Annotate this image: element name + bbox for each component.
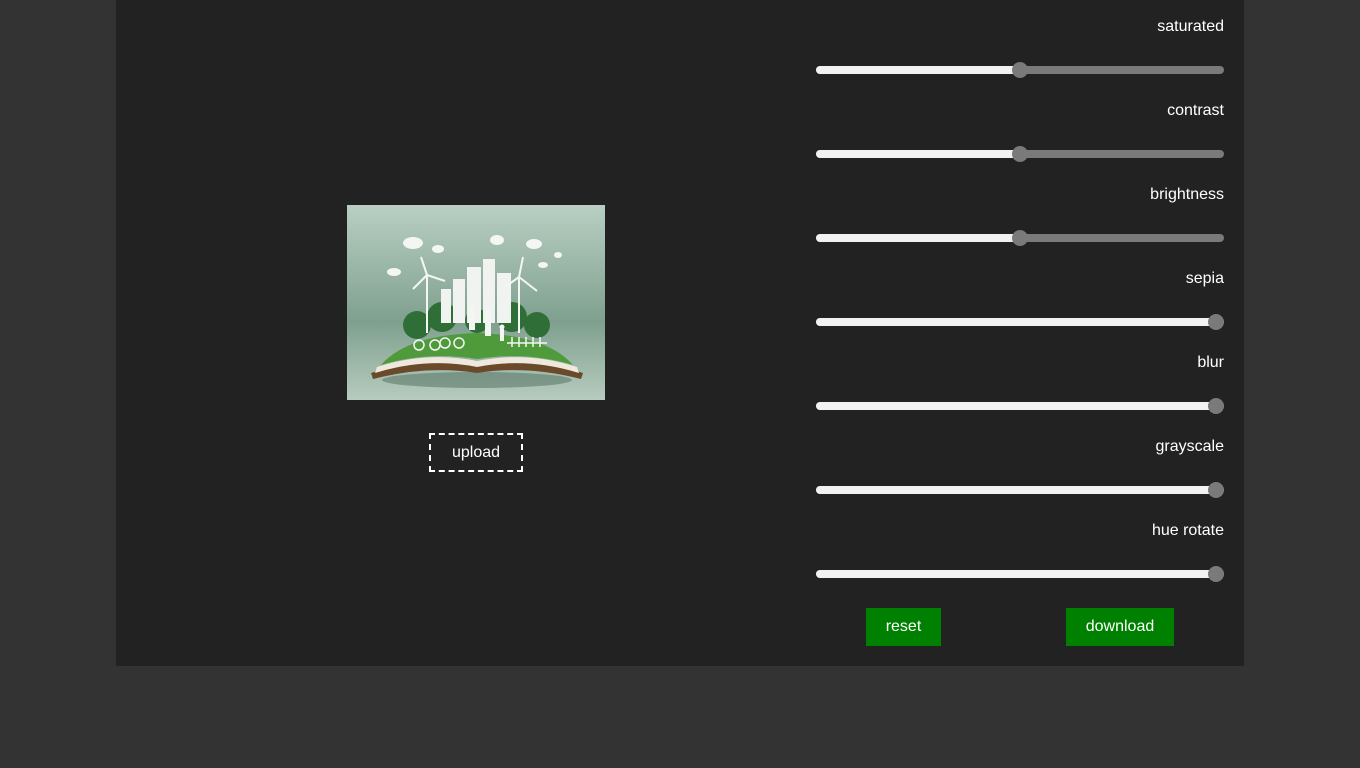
filter-control-blur: blur (816, 336, 1224, 420)
reset-button[interactable]: reset (866, 608, 941, 646)
slider-saturated[interactable] (816, 62, 1224, 78)
slider-fill (816, 570, 1224, 578)
download-button[interactable]: download (1066, 608, 1174, 646)
slider-sepia[interactable] (816, 314, 1224, 330)
slider-fill (816, 486, 1224, 494)
filter-control-grayscale: grayscale (816, 420, 1224, 504)
slider-fill (816, 402, 1224, 410)
filter-control-brightness: brightness (816, 168, 1224, 252)
filter-label-sepia: sepia (1185, 270, 1224, 287)
slider-thumb[interactable] (1208, 314, 1224, 330)
slider-fill (816, 66, 1020, 74)
slider-thumb[interactable] (1208, 566, 1224, 582)
filter-label-contrast: contrast (1167, 102, 1224, 119)
slider-fill (816, 234, 1020, 242)
filter-label-blur: blur (1197, 354, 1224, 371)
upload-button[interactable]: upload (429, 433, 523, 472)
filter-label-saturated: saturated (1157, 18, 1224, 35)
slider-thumb[interactable] (1012, 230, 1028, 246)
filter-control-saturated: saturated (816, 0, 1224, 84)
preview-image (347, 205, 605, 400)
filter-label-grayscale: grayscale (1155, 438, 1224, 455)
filter-control-contrast: contrast (816, 84, 1224, 168)
filter-control-sepia: sepia (816, 252, 1224, 336)
slider-hue-rotate[interactable] (816, 566, 1224, 582)
slider-grayscale[interactable] (816, 482, 1224, 498)
slider-thumb[interactable] (1012, 62, 1028, 78)
slider-contrast[interactable] (816, 146, 1224, 162)
slider-thumb[interactable] (1012, 146, 1028, 162)
slider-thumb[interactable] (1208, 398, 1224, 414)
filter-control-hue-rotate: hue rotate (816, 504, 1224, 588)
slider-brightness[interactable] (816, 230, 1224, 246)
editor-panel: upload saturated contrast brightness sepia b… (116, 0, 1244, 666)
slider-fill (816, 150, 1020, 158)
slider-blur[interactable] (816, 398, 1224, 414)
filter-label-brightness: brightness (1150, 186, 1224, 203)
slider-fill (816, 318, 1224, 326)
slider-thumb[interactable] (1208, 482, 1224, 498)
filter-label-hue-rotate: hue rotate (1151, 522, 1224, 539)
